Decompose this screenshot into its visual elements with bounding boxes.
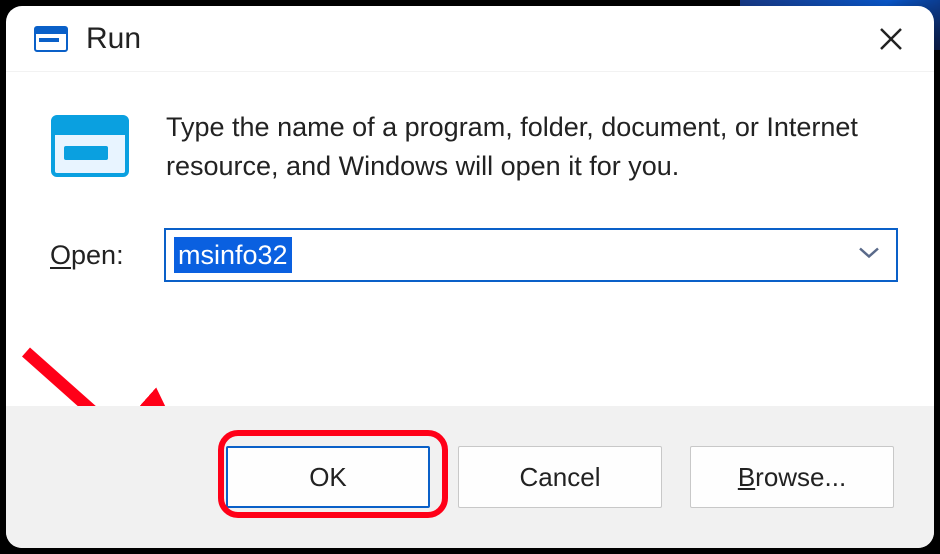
run-icon-large [50, 114, 130, 178]
ok-button[interactable]: OK [226, 446, 430, 508]
description-text: Type the name of a program, folder, docu… [166, 108, 898, 186]
cancel-button[interactable]: Cancel [458, 446, 662, 508]
browse-button[interactable]: Browse... [690, 446, 894, 508]
open-input-value: msinfo32 [174, 237, 292, 273]
dialog-content: Type the name of a program, folder, docu… [6, 72, 934, 406]
titlebar: Run [6, 6, 934, 72]
close-button[interactable] [866, 14, 916, 64]
open-label: Open: [50, 240, 140, 271]
dialog-title: Run [86, 22, 866, 56]
dialog-footer: OK Cancel Browse... [6, 406, 934, 548]
chevron-down-icon[interactable] [858, 246, 880, 265]
run-dialog: Run Type the name of a program, folder, … [6, 6, 934, 548]
close-icon [878, 26, 904, 52]
run-icon [34, 26, 68, 52]
open-combobox[interactable]: msinfo32 [164, 228, 898, 282]
